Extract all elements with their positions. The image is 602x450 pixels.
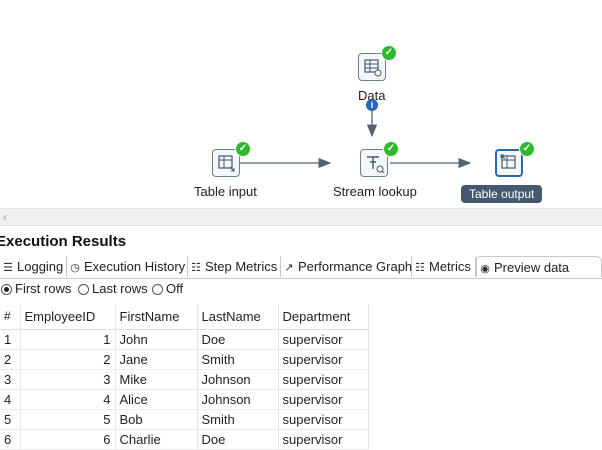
tab-performance-graph[interactable]: ↗ Performance Graph (281, 256, 412, 277)
success-check-icon: ✓ (519, 141, 535, 157)
table-row[interactable]: 2 2 Jane Smith supervisor (0, 349, 369, 370)
tab-execution-history[interactable]: ◷ Execution History (67, 256, 188, 277)
table-row[interactable]: 6 6 Charlie Doe supervisor (0, 429, 369, 450)
graph-icon: ↗ (284, 262, 294, 274)
log-icon: ☰ (3, 262, 13, 274)
step-metrics-icon: ☷ (191, 262, 201, 274)
eye-icon: ◉ (480, 263, 490, 275)
radio-unselected-icon (78, 284, 89, 295)
info-icon[interactable]: i (366, 99, 378, 111)
transformation-canvas[interactable]: ✓ Data i ✓ Table input ✓ Stream lookup ✓… (0, 0, 602, 208)
radio-label: Last rows (92, 281, 148, 296)
firstname-cell: John (115, 329, 198, 350)
canvas-horizontal-scrollbar[interactable]: ‹ (0, 208, 602, 226)
execution-results-title: Execution Results (0, 233, 127, 250)
radio-selected-icon (1, 284, 12, 295)
firstname-cell: Alice (115, 389, 198, 410)
row-number-cell: 3 (0, 369, 21, 390)
column-header-lastname[interactable]: LastName (197, 304, 279, 330)
success-check-icon: ✓ (235, 141, 251, 157)
tab-label: Metrics (429, 259, 471, 274)
tab-label: Step Metrics (205, 259, 278, 274)
table-row[interactable]: 3 3 Mike Johnson supervisor (0, 369, 369, 390)
table-row[interactable]: 5 5 Bob Smith supervisor (0, 409, 369, 430)
tab-label: Execution History (84, 259, 186, 274)
lastname-cell: Doe (197, 429, 279, 450)
department-cell: supervisor (278, 389, 369, 410)
lastname-cell: Smith (197, 409, 279, 430)
employeeid-cell: 4 (20, 389, 116, 410)
row-number-cell: 6 (0, 429, 21, 450)
radio-off[interactable]: Off (152, 279, 183, 299)
table-output-icon (495, 149, 523, 177)
employeeid-cell: 3 (20, 369, 116, 390)
firstname-cell: Mike (115, 369, 198, 390)
radio-unselected-icon (152, 284, 163, 295)
metrics-icon: ☷ (415, 262, 425, 274)
row-number-cell: 4 (0, 389, 21, 410)
preview-data-table: # EmployeeID FirstName LastName Departme… (0, 304, 369, 450)
row-number-cell: 1 (0, 329, 21, 350)
department-cell: supervisor (278, 369, 369, 390)
scroll-left-icon[interactable]: ‹ (3, 210, 7, 224)
employeeid-cell: 1 (20, 329, 116, 350)
step-stream-lookup-label: Stream lookup (333, 184, 417, 199)
tab-label: Preview data (494, 260, 570, 275)
employeeid-cell: 5 (20, 409, 116, 430)
row-number-cell: 5 (0, 409, 21, 430)
radio-label: First rows (15, 281, 72, 296)
row-number-cell: 2 (0, 349, 21, 370)
firstname-cell: Bob (115, 409, 198, 430)
history-icon: ◷ (70, 262, 80, 274)
column-header-firstname[interactable]: FirstName (115, 304, 198, 330)
department-cell: supervisor (278, 409, 369, 430)
tab-logging[interactable]: ☰ Logging (0, 256, 67, 277)
lastname-cell: Smith (197, 349, 279, 370)
table-header-row: # EmployeeID FirstName LastName Departme… (0, 304, 369, 330)
department-cell: supervisor (278, 329, 369, 350)
lastname-cell: Doe (197, 329, 279, 350)
table-row[interactable]: 4 4 Alice Johnson supervisor (0, 389, 369, 410)
step-table-input-label: Table input (194, 184, 257, 199)
success-check-icon: ✓ (383, 141, 399, 157)
column-header-department[interactable]: Department (278, 304, 369, 330)
department-cell: supervisor (278, 349, 369, 370)
employeeid-cell: 2 (20, 349, 116, 370)
lastname-cell: Johnson (197, 389, 279, 410)
tab-metrics[interactable]: ☷ Metrics (412, 256, 476, 277)
radio-last-rows[interactable]: Last rows (78, 279, 148, 299)
tab-label: Logging (17, 259, 64, 274)
step-table-output-label: Table output (461, 185, 543, 203)
department-cell: supervisor (278, 429, 369, 450)
radio-label: Off (166, 281, 184, 296)
firstname-cell: Charlie (115, 429, 198, 450)
radio-first-rows[interactable]: First rows (1, 279, 71, 299)
results-tab-bar: ☰ Logging ◷ Execution History ☷ Step Metric… (0, 256, 602, 279)
firstname-cell: Jane (115, 349, 198, 370)
success-check-icon: ✓ (381, 45, 397, 61)
column-header-row-number[interactable]: # (0, 304, 21, 330)
tab-step-metrics[interactable]: ☷ Step Metrics (188, 256, 281, 277)
lastname-cell: Johnson (197, 369, 279, 390)
employeeid-cell: 6 (20, 429, 116, 450)
table-row[interactable]: 1 1 John Doe supervisor (0, 329, 369, 350)
tab-label: Performance Graph (298, 259, 413, 274)
column-header-employeeid[interactable]: EmployeeID (20, 304, 116, 330)
tab-preview-data[interactable]: ◉ Preview data (476, 256, 602, 277)
